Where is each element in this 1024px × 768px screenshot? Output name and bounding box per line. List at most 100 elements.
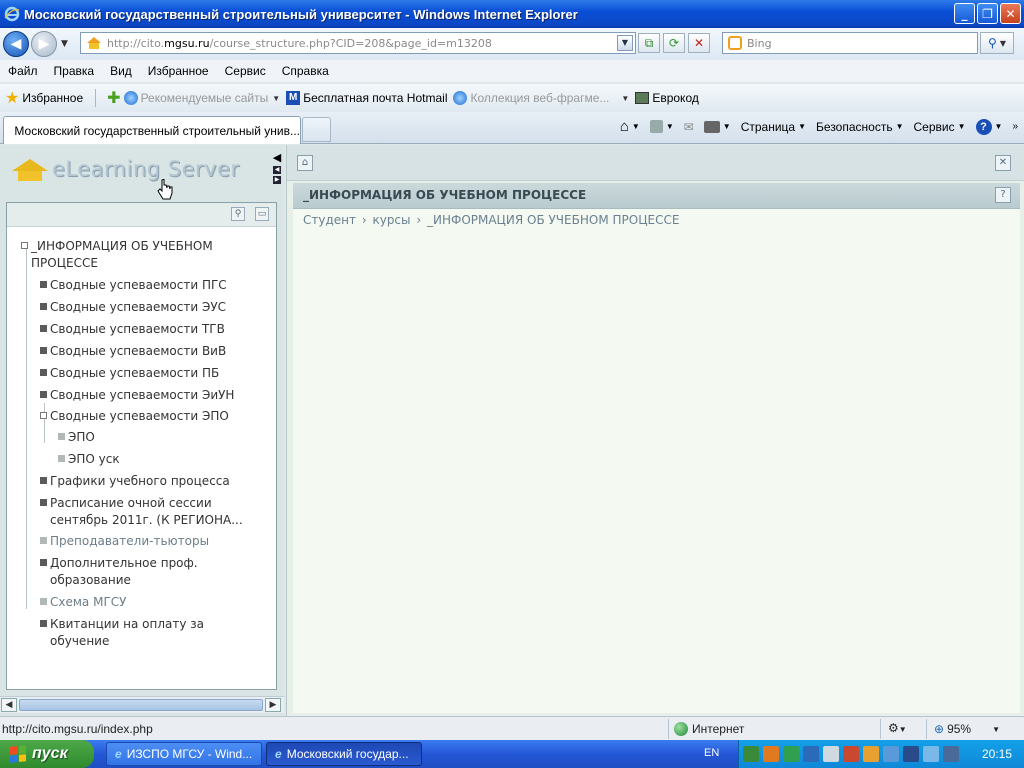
tree-subitem[interactable]: ЭПО: [58, 429, 258, 446]
system-clock[interactable]: 20:15: [982, 747, 1012, 761]
back-button[interactable]: ◀: [3, 31, 29, 57]
page-menu-button[interactable]: Страница ▼: [741, 120, 806, 134]
window-icon[interactable]: ▭: [255, 207, 269, 221]
collapse-right-icon[interactable]: ▶: [273, 176, 281, 184]
security-zone[interactable]: Интернет: [674, 722, 744, 736]
network-icon[interactable]: [903, 746, 919, 762]
close-window-button[interactable]: ✕: [1000, 3, 1021, 24]
language-indicator[interactable]: EN: [704, 747, 719, 759]
tree-item[interactable]: Сводные успеваемости ТГВ: [40, 321, 260, 338]
favorite-web-slice-gallery[interactable]: Коллекция веб-фрагме... ▼: [453, 91, 629, 105]
hand-cursor-icon: [157, 179, 173, 200]
search-input[interactable]: Bing: [722, 32, 978, 54]
restore-button[interactable]: ❐: [977, 3, 998, 24]
breadcrumb-courses[interactable]: курсы: [372, 213, 410, 227]
close-icon[interactable]: ✕: [995, 155, 1011, 171]
search-tree-icon[interactable]: ⚲: [231, 207, 245, 221]
tab-current[interactable]: Московский государственный строительный …: [3, 116, 301, 144]
tray-app-icon[interactable]: [783, 746, 799, 762]
menu-favorites[interactable]: Избранное: [140, 64, 217, 78]
minimize-button[interactable]: _: [954, 3, 975, 24]
menu-edit[interactable]: Правка: [46, 64, 103, 78]
tree-item[interactable]: Графики учебного процесса: [40, 473, 260, 490]
new-tab-button[interactable]: [302, 117, 331, 142]
scroll-right-button[interactable]: ▶: [265, 698, 281, 712]
tree-item[interactable]: Расписание очной сессии сентябрь 2011г. …: [40, 495, 262, 529]
taskbar-item[interactable]: e ИЗСПО МГСУ - Wind...: [106, 742, 262, 766]
read-mail-button[interactable]: ✉: [684, 120, 694, 134]
refresh-button[interactable]: ⟳: [663, 33, 685, 53]
tree-item[interactable]: Сводные успеваемости ЭУС: [40, 299, 260, 316]
tree-subitem[interactable]: ЭПО уск: [58, 451, 258, 468]
menu-help[interactable]: Справка: [274, 64, 337, 78]
tray-app-icon[interactable]: [883, 746, 899, 762]
expand-panel-icon[interactable]: ◀: [273, 166, 281, 174]
home-icon[interactable]: ⌂: [297, 155, 313, 171]
home-icon: ⌂: [619, 118, 629, 135]
tray-app-icon[interactable]: [803, 746, 819, 762]
recent-pages-dropdown[interactable]: ▼: [61, 39, 68, 49]
safety-menu-button[interactable]: Безопасность ▼: [816, 120, 903, 134]
help-menu-button[interactable]: ? ▼: [975, 118, 1002, 135]
favorites-button[interactable]: ★ Избранное: [0, 88, 83, 108]
tree-root-node[interactable]: _ИНФОРМАЦИЯ ОБ УЧЕБНОМ ПРОЦЕССЕ: [21, 238, 261, 272]
protected-mode-icon[interactable]: ⚙▼: [888, 721, 907, 735]
toolbar-overflow-button[interactable]: »: [1012, 121, 1018, 132]
favorite-suggested-sites[interactable]: Рекомендуемые сайты ▼: [123, 91, 280, 105]
ie-page-icon: [453, 91, 468, 105]
favorites-bar: ★ Избранное ✚ Рекомендуемые сайты ▼ M Бе…: [0, 84, 1024, 112]
tray-app-icon[interactable]: [843, 746, 859, 762]
tree-item[interactable]: Сводные успеваемости ПБ: [40, 365, 260, 382]
search-button[interactable]: ⚲ ▼: [980, 32, 1014, 54]
chevron-down-icon: ▼: [992, 724, 1001, 734]
status-bar: http://cito.mgsu.ru/index.php Интернет ⚙…: [0, 716, 1024, 740]
stop-button[interactable]: ✕: [688, 33, 710, 53]
breadcrumb-student[interactable]: Студент: [303, 213, 356, 227]
feeds-button[interactable]: ▼: [649, 120, 674, 133]
menu-tools[interactable]: Сервис: [217, 64, 274, 78]
logo-text: eLearning Server: [52, 157, 240, 181]
favorite-eurocode[interactable]: Еврокод: [635, 91, 699, 105]
address-bar[interactable]: http://cito. mgsu.ru/course_structure.php…: [80, 32, 636, 54]
favorite-hotmail[interactable]: M Бесплатная почта Hotmail: [286, 91, 447, 105]
tree-item[interactable]: Сводные успеваемости ПГС: [40, 277, 260, 294]
volume-icon[interactable]: [863, 746, 879, 762]
breadcrumb: Студент › курсы › _ИНФОРМАЦИЯ ОБ УЧЕБНОМ…: [303, 213, 681, 227]
section-header: _ИНФОРМАЦИЯ ОБ УЧЕБНОМ ПРОЦЕССЕ ?: [293, 183, 1020, 209]
add-favorite-icon[interactable]: ✚: [107, 88, 120, 108]
tray-app-icon[interactable]: [943, 746, 959, 762]
home-button[interactable]: ⌂ ▼: [620, 118, 640, 135]
elearning-logo[interactable]: eLearning Server: [12, 155, 240, 200]
tools-menu-button[interactable]: Сервис ▼: [914, 120, 966, 134]
arrow-left-icon: ◀: [10, 36, 22, 52]
taskbar-item-active[interactable]: e Московский государ...: [266, 742, 422, 766]
tree-item-label: Сводные успеваемости ПБ: [50, 366, 220, 380]
breadcrumb-separator: ›: [361, 213, 367, 227]
tray-app-icon[interactable]: [743, 746, 759, 762]
tree-item[interactable]: Схема МГСУ: [40, 594, 260, 611]
tree-item[interactable]: Преподаватели-тьюторы: [40, 533, 260, 550]
tray-app-icon[interactable]: [823, 746, 839, 762]
tree-item[interactable]: Квитанции на оплату за обучение: [40, 616, 262, 650]
print-button[interactable]: ▼: [703, 120, 731, 133]
menu-view[interactable]: Вид: [102, 64, 140, 78]
collapse-panel-icon[interactable]: ◀: [273, 151, 281, 164]
forward-button[interactable]: ▶: [31, 31, 57, 57]
compatibility-view-button[interactable]: ⧉: [638, 33, 660, 53]
scroll-left-button[interactable]: ◀: [1, 698, 17, 712]
menu-file[interactable]: Файл: [0, 64, 46, 78]
tree-horizontal-scrollbar[interactable]: ◀ ▶: [0, 696, 284, 713]
windows-live-icon: M: [286, 91, 301, 105]
start-button[interactable]: пуск: [0, 740, 94, 768]
tree-item[interactable]: Сводные успеваемости ВиВ: [40, 343, 260, 360]
address-dropdown-button[interactable]: ▼: [617, 35, 633, 51]
tray-app-icon[interactable]: [923, 746, 939, 762]
zoom-control[interactable]: ⊕ 95% ▼: [934, 722, 1000, 736]
tree-item-expanded[interactable]: Сводные успеваемости ЭПО: [40, 408, 260, 425]
tree-item[interactable]: Сводные успеваемости ЭиУН: [40, 387, 260, 404]
scrollbar-thumb[interactable]: [19, 699, 263, 711]
tree-item[interactable]: Дополнительное проф. образование: [40, 555, 220, 589]
tray-app-icon[interactable]: [763, 746, 779, 762]
window-title-bar[interactable]: Московский государственный строительный …: [0, 0, 1024, 28]
help-icon[interactable]: ?: [995, 187, 1011, 203]
